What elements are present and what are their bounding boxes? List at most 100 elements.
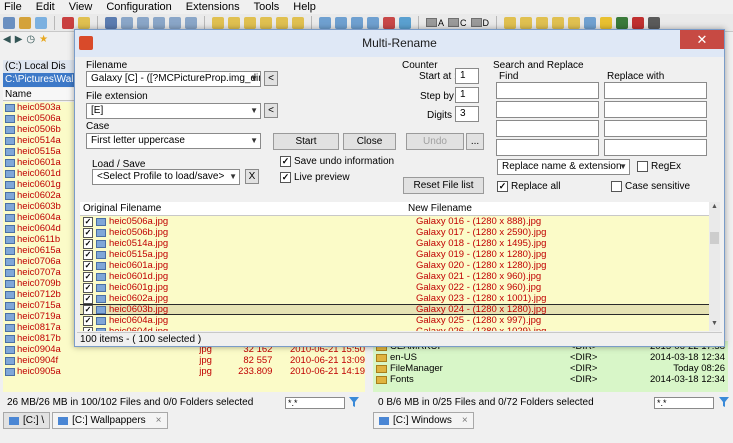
regex-checkbox[interactable]: RegEx	[637, 161, 681, 172]
rename-row[interactable]: ✓ heic0601d.jpg Galaxy 021 - (1280 x 960).…	[80, 271, 709, 282]
folder-icon[interactable]	[552, 16, 565, 29]
right-folder-row[interactable]: FileManager <DIR> Today 08:26	[373, 363, 728, 374]
menu-configuration[interactable]: Configuration	[106, 0, 171, 14]
reset-file-list-button[interactable]: Reset File list	[403, 177, 484, 194]
checkbox-checked-icon[interactable]: ✓	[83, 260, 93, 271]
rename-row[interactable]: ✓ heic0514a.jpg Galaxy 018 - (1280 x 1495)…	[80, 238, 709, 249]
tab-c-root[interactable]: [C:] \	[3, 412, 51, 429]
checkbox-checked-icon[interactable]: ✓	[83, 216, 93, 227]
checkbox-checked-icon[interactable]: ✓	[83, 249, 93, 260]
menu-tools[interactable]: Tools	[254, 0, 280, 14]
checkbox-checked-icon[interactable]: ✓	[83, 293, 93, 304]
tab-c-windows[interactable]: [C:] Windows ×	[373, 412, 474, 429]
folder-icon[interactable]	[504, 16, 517, 29]
view-icon[interactable]	[105, 16, 117, 29]
menu-view[interactable]: View	[69, 0, 93, 14]
drive-c-icon[interactable]: C	[448, 18, 467, 28]
tab-c-wallpappers[interactable]: [C:] Wallpappers ×	[52, 412, 168, 429]
history-icon[interactable]: ◷	[26, 34, 35, 45]
scroll-thumb[interactable]	[710, 232, 719, 244]
checkbox-checked-icon[interactable]: ✓	[83, 271, 93, 282]
favorite-star-icon[interactable]: ★	[39, 34, 48, 45]
folder-icon[interactable]	[292, 16, 304, 29]
menu-file[interactable]: File	[4, 0, 22, 14]
find-field-3[interactable]	[496, 120, 599, 137]
more-button[interactable]: ...	[466, 133, 484, 150]
cut-icon[interactable]	[19, 16, 31, 29]
checkbox-checked-icon[interactable]: ✓	[83, 326, 93, 331]
rename-row[interactable]: ✓ heic0604d.jpgGalaxy 026 - (1280 x 1029)…	[80, 326, 709, 331]
right-file-list[interactable]: CEAMRKUI<DIR>2015-06-22 17:58en-US<DIR>2…	[373, 341, 728, 392]
digits-input[interactable]: 3	[455, 106, 479, 122]
panel-icon[interactable]	[153, 16, 165, 29]
rename-list-scrollbar[interactable]: ▲ ▼	[709, 202, 720, 331]
extension-combo[interactable]: [E] ▼	[86, 103, 261, 119]
new-folder-icon[interactable]	[78, 16, 90, 29]
close-window-button[interactable]: ✕	[680, 30, 724, 49]
dialog-titlebar[interactable]: Multi-Rename ✕	[75, 30, 724, 57]
left-file-row[interactable]: heic0904f jpg 82 557 2010-06-21 13:09	[3, 355, 365, 366]
replace-field-4[interactable]	[604, 139, 707, 156]
left-folder-path[interactable]: C:\Pictures\Wallpa	[3, 73, 75, 87]
profile-combo[interactable]: <Select Profile to load/save> ▼	[92, 169, 240, 185]
rename-row[interactable]: ✓ heic0604a.jpg Galaxy 025 - (1280 x 997).…	[80, 315, 709, 326]
panel-icon[interactable]	[137, 16, 149, 29]
search-icon[interactable]	[335, 16, 347, 29]
folder-icon[interactable]	[276, 16, 288, 29]
find-field-1[interactable]	[496, 82, 599, 99]
rename-row[interactable]: ✓ heic0603b.jpg Galaxy 024 - (1280 x 1280)…	[80, 304, 709, 315]
folder-icon[interactable]	[244, 16, 256, 29]
save-undo-checkbox[interactable]: ✓ Save undo information	[280, 156, 394, 167]
replace-field-1[interactable]	[604, 82, 707, 99]
start-at-input[interactable]: 1	[455, 68, 479, 84]
case-sensitive-checkbox[interactable]: Case sensitive	[611, 181, 690, 192]
replace-field-2[interactable]	[604, 101, 707, 118]
rename-row[interactable]: ✓ heic0601g.jpg Galaxy 022 - (1280 x 960).…	[80, 282, 709, 293]
filename-combo[interactable]: Galaxy [C] - ([?MCPictureProp.img_dimens…	[86, 71, 261, 87]
close-button[interactable]: Close	[343, 133, 396, 150]
terminal-icon[interactable]	[616, 16, 629, 29]
panel-icon[interactable]	[121, 16, 133, 29]
find-field-4[interactable]	[496, 139, 599, 156]
folder-icon[interactable]	[536, 16, 549, 29]
compare-icon[interactable]	[351, 16, 363, 29]
folder-icon[interactable]	[260, 16, 272, 29]
close-tab-icon[interactable]: ×	[156, 413, 162, 428]
replace-field-3[interactable]	[604, 120, 707, 137]
folder-icon[interactable]	[568, 16, 581, 29]
rename-row[interactable]: ✓ heic0506a.jpg Galaxy 016 - (1280 x 888).…	[80, 216, 709, 227]
star-icon[interactable]	[600, 16, 613, 29]
left-column-name[interactable]: Name	[3, 88, 75, 101]
ftp-icon[interactable]	[632, 16, 645, 29]
step-by-input[interactable]: 1	[455, 87, 479, 103]
forward-icon[interactable]: ▶	[15, 34, 23, 45]
checkbox-checked-icon[interactable]: ✓	[83, 238, 93, 249]
rename-list[interactable]: ✓ heic0506a.jpg Galaxy 016 - (1280 x 888).…	[80, 216, 709, 331]
filter-funnel-icon[interactable]	[348, 396, 360, 408]
find-field-2[interactable]	[496, 101, 599, 118]
right-filter-input[interactable]: *.*	[654, 397, 714, 409]
live-preview-checkbox[interactable]: ✓ Live preview	[280, 172, 350, 183]
panel-icon[interactable]	[185, 16, 197, 29]
menu-edit[interactable]: Edit	[36, 0, 55, 14]
menu-extensions[interactable]: Extensions	[186, 0, 240, 14]
drive-d-icon[interactable]: D	[470, 18, 489, 28]
drive-a-icon[interactable]: A	[426, 18, 444, 28]
back-icon[interactable]: ◀	[3, 34, 11, 45]
left-file-row[interactable]: heic0905a jpg 233.809 2010-06-21 14:19	[3, 366, 365, 377]
rename-row[interactable]: ✓ heic0506b.jpg Galaxy 017 - (1280 x 2590)…	[80, 227, 709, 238]
panel-icon[interactable]	[169, 16, 181, 29]
start-button[interactable]: Start	[273, 133, 339, 150]
right-folder-row[interactable]: en-US <DIR> 2014-03-18 12:34	[373, 352, 728, 363]
scroll-up-icon[interactable]: ▲	[710, 203, 719, 210]
case-combo[interactable]: First letter uppercase ▼	[86, 133, 261, 149]
replace-all-checkbox[interactable]: ✓ Replace all	[497, 181, 560, 192]
sync-icon[interactable]	[367, 16, 379, 29]
filename-insert-button[interactable]: <	[264, 71, 278, 86]
delete-icon[interactable]	[62, 16, 74, 29]
extension-insert-button[interactable]: <	[264, 103, 278, 118]
settings-icon[interactable]	[648, 16, 661, 29]
network-icon[interactable]	[584, 16, 597, 29]
rename-row[interactable]: ✓ heic0602a.jpg Galaxy 023 - (1280 x 1001)…	[80, 293, 709, 304]
menu-help[interactable]: Help	[293, 0, 316, 14]
